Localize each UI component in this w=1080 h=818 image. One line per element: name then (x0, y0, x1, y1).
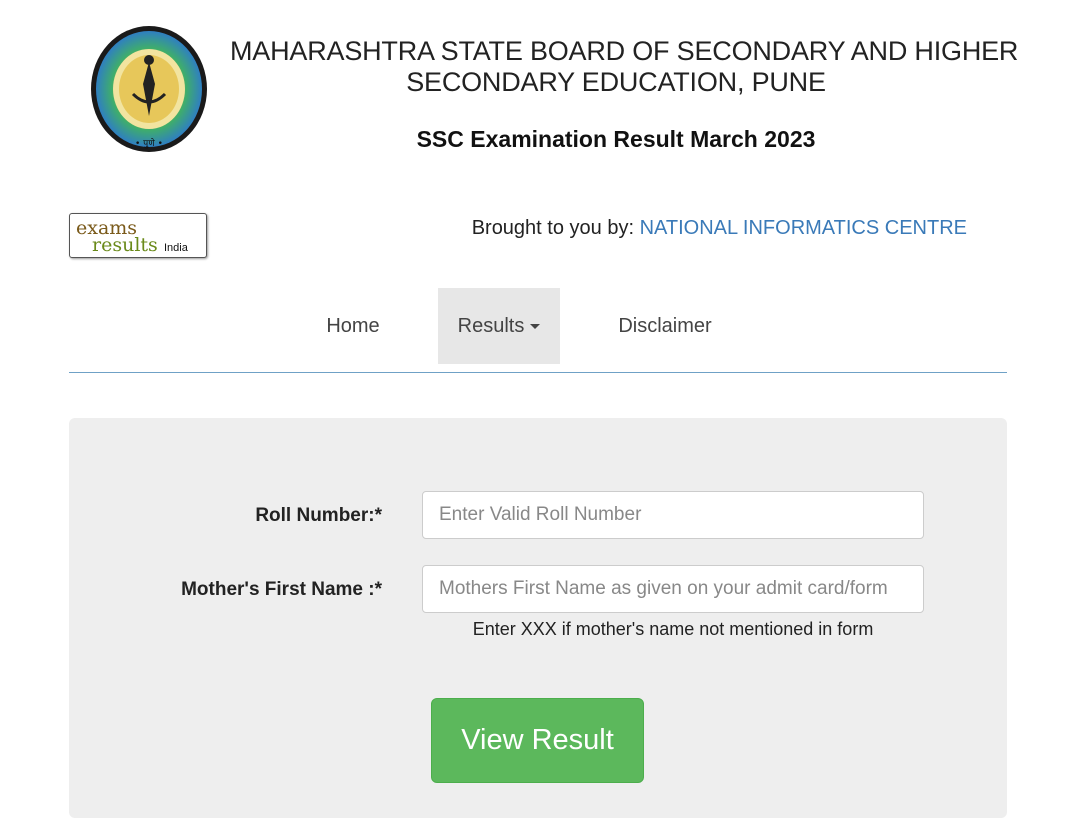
board-title: MAHARASHTRA STATE BOARD OF SECONDARY AND… (230, 36, 1019, 98)
mother-name-label: Mother's First Name :* (181, 579, 382, 600)
nav-disclaimer[interactable]: Disclaimer (600, 288, 730, 364)
board-seal-logo: • पुणे • (89, 24, 209, 154)
board-title-line2: SECONDARY EDUCATION, PUNE (406, 67, 826, 97)
exam-title: SSC Examination Result March 2023 (416, 126, 816, 152)
nic-link[interactable]: NATIONAL INFORMATICS CENTRE (640, 217, 967, 239)
caret-down-icon (530, 324, 541, 330)
board-title-line1: MAHARASHTRA STATE BOARD OF SECONDARY AND… (230, 36, 1019, 66)
brought-prefix: Brought to you by: (471, 217, 635, 239)
mother-name-input[interactable] (422, 565, 924, 613)
nav-disclaimer-label: Disclaimer (618, 315, 712, 337)
roll-number-label: Roll Number:* (255, 505, 382, 526)
result-form: Roll Number:* Mother's First Name :* Ent… (69, 418, 1007, 818)
exams-logo-line2: results (92, 234, 158, 256)
nav-home-label: Home (326, 315, 380, 337)
mother-name-hint: Enter XXX if mother's name not mentioned… (472, 619, 874, 639)
nav-home[interactable]: Home (308, 288, 398, 364)
nav-results-dropdown[interactable]: Results (438, 288, 560, 364)
exams-results-logo[interactable]: exams results India (69, 213, 207, 258)
brought-by: Brought to you by: NATIONAL INFORMATICS … (472, 217, 967, 240)
view-result-button[interactable]: View Result (431, 698, 644, 783)
svg-text:• पुणे •: • पुणे • (135, 137, 163, 149)
exams-logo-suffix: India (164, 242, 189, 254)
roll-number-input[interactable] (422, 491, 924, 539)
main-nav: Home Results Disclaimer (69, 288, 1007, 373)
nav-results-label: Results (457, 315, 525, 337)
